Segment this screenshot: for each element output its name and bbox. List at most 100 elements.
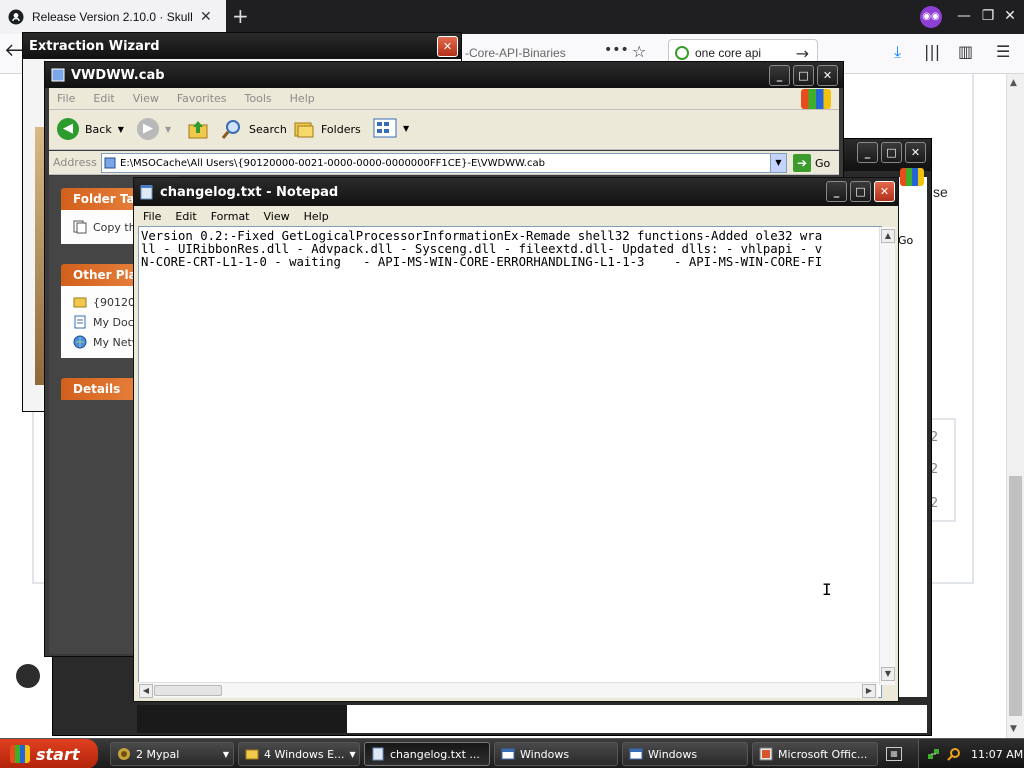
taskbar-button-label: Windows	[648, 747, 698, 761]
extraction-wizard-titlebar[interactable]: Extraction Wizard	[23, 33, 461, 59]
horizontal-scrollbar[interactable]: ◀ ▶	[138, 682, 878, 698]
start-button[interactable]: start	[0, 739, 98, 768]
back-label: Back	[85, 122, 112, 136]
clock[interactable]: 11:07 AM	[971, 748, 1023, 761]
search-tray-icon[interactable]	[947, 747, 961, 761]
menu-file[interactable]: File	[49, 92, 85, 105]
keyboard-icon[interactable]: ▦	[886, 747, 902, 761]
close-tab-icon[interactable]: ✕	[200, 9, 212, 25]
mypal-icon	[118, 748, 130, 760]
chevron-down-icon[interactable]: ▼	[770, 154, 786, 172]
chevron-down-icon[interactable]: ▼	[403, 124, 409, 133]
network-tray-icon[interactable]	[927, 747, 941, 761]
maximize-button[interactable]: □	[850, 181, 871, 202]
taskbar-button-microsoft-office[interactable]: Microsoft Offic...	[752, 742, 878, 766]
minimize-browser-button[interactable]: —	[954, 6, 974, 26]
vertical-scrollbar[interactable]: ▲ ▼	[879, 227, 895, 685]
close-button[interactable]: ✕	[874, 181, 895, 202]
new-tab-button[interactable]: +	[232, 4, 249, 28]
scroll-down-icon[interactable]: ▼	[1010, 724, 1017, 734]
restore-browser-button[interactable]: ❐	[978, 6, 998, 26]
window-title: VWDWW.cab	[71, 67, 165, 83]
notepad-text-area[interactable]: Version 0.2:-Fixed GetLogicalProcessorIn…	[138, 226, 895, 698]
scroll-down-icon[interactable]: ▼	[881, 667, 895, 681]
search-go-arrow-icon[interactable]: →	[796, 44, 809, 63]
scroll-right-icon[interactable]: ▶	[862, 684, 876, 698]
up-folder-button[interactable]	[187, 118, 209, 140]
menu-bar: File Edit View Favorites Tools Help	[49, 88, 839, 110]
taskbar-button-windows-1[interactable]: Windows	[494, 742, 618, 766]
library-icon[interactable]: |||	[924, 42, 940, 61]
taskbar-button-windows-2[interactable]: Windows	[622, 742, 748, 766]
notepad-icon	[372, 747, 384, 761]
close-wizard-button[interactable]: ✕	[437, 36, 458, 57]
text-line: N-CORE-CRT-L1-1-0 - waiting - API-MS-WIN…	[141, 255, 823, 269]
chevron-down-icon[interactable]: ▼	[118, 125, 124, 134]
menu-help[interactable]: Help	[282, 92, 325, 105]
menu-format[interactable]: Format	[204, 210, 257, 223]
taskbar-button-changelog[interactable]: changelog.txt ...	[364, 742, 490, 766]
network-icon	[73, 335, 87, 349]
menu-file[interactable]: File	[136, 210, 168, 223]
search-label: Search	[249, 122, 287, 136]
cab-file-icon	[104, 157, 116, 169]
go-button[interactable]: Go	[898, 234, 913, 247]
go-button[interactable]: ➔ Go	[793, 154, 830, 172]
copy-icon	[73, 220, 87, 234]
chevron-down-icon[interactable]: ▼	[350, 750, 356, 759]
scroll-up-icon[interactable]: ▲	[1010, 78, 1017, 88]
cab-file-icon	[51, 68, 65, 82]
page-scrollbar[interactable]: ▲ ▼	[1006, 74, 1024, 738]
sidebar-icon[interactable]: ▥	[958, 42, 973, 61]
menu-favorites[interactable]: Favorites	[169, 92, 237, 105]
up-folder-icon	[188, 121, 208, 139]
forward-button[interactable]: ▶ ▼	[137, 118, 171, 140]
page-actions-icon[interactable]: •••	[604, 42, 629, 58]
browser-tab[interactable]: Release Version 2.10.0 · Skulltrail ✕	[0, 0, 226, 34]
folders-button[interactable]: Folders	[293, 118, 361, 140]
url-bar-text[interactable]: -Core-API-Binaries	[465, 46, 566, 60]
place-label: My Doc	[93, 315, 134, 329]
text-cursor-icon: I	[822, 580, 832, 599]
menu-edit[interactable]: Edit	[168, 210, 203, 223]
notepad-titlebar[interactable]: changelog.txt - Notepad	[134, 178, 898, 206]
menu-help[interactable]: Help	[297, 210, 336, 223]
taskbar-button-windows-explorer[interactable]: 4 Windows E... ▼	[238, 742, 360, 766]
horizontal-scrollbar-thumb[interactable]	[154, 685, 222, 696]
minimize-button[interactable]: _	[769, 65, 790, 86]
close-button[interactable]: ✕	[817, 65, 838, 86]
scroll-up-icon[interactable]: ▲	[881, 229, 895, 243]
minimize-button[interactable]: _	[826, 181, 847, 202]
search-button[interactable]: Search	[221, 118, 287, 140]
menu-view[interactable]: View	[125, 92, 169, 105]
maximize-button[interactable]: □	[881, 142, 902, 163]
office-installer-icon	[759, 747, 773, 761]
folder-icon	[245, 749, 259, 760]
views-button[interactable]: ▼	[373, 118, 409, 138]
taskbar-button-mypal[interactable]: 2 Mypal ▼	[110, 742, 234, 766]
close-button[interactable]: ✕	[905, 142, 926, 163]
address-input[interactable]: E:\MSOCache\All Users\{90120000-0021-000…	[101, 153, 787, 173]
cab-explorer-titlebar[interactable]: VWDWW.cab	[45, 62, 843, 88]
window-icon	[501, 748, 515, 760]
chevron-down-icon[interactable]: ▼	[223, 750, 229, 759]
menu-edit[interactable]: Edit	[85, 92, 124, 105]
page-text-fragment: se	[933, 184, 948, 200]
chevron-down-icon[interactable]: ▼	[165, 125, 171, 134]
views-icon	[373, 118, 397, 138]
page-scrollbar-thumb[interactable]	[1009, 476, 1022, 716]
downloads-icon[interactable]: ⤓	[894, 42, 901, 62]
search-engine-icon	[675, 46, 689, 60]
windows-flag-icon	[10, 745, 30, 763]
bookmark-star-icon[interactable]: ☆	[632, 42, 646, 61]
minimize-button[interactable]: _	[857, 142, 878, 163]
scroll-left-icon[interactable]: ◀	[139, 684, 153, 698]
address-value: E:\MSOCache\All Users\{90120000-0021-000…	[120, 157, 545, 169]
back-button[interactable]: ◀ Back ▼	[57, 118, 124, 140]
maximize-button[interactable]: □	[793, 65, 814, 86]
menu-icon[interactable]: ☰	[996, 42, 1010, 61]
close-browser-button[interactable]: ✕	[1000, 6, 1020, 26]
menu-view[interactable]: View	[257, 210, 297, 223]
status-bar	[347, 705, 927, 733]
menu-tools[interactable]: Tools	[237, 92, 282, 105]
